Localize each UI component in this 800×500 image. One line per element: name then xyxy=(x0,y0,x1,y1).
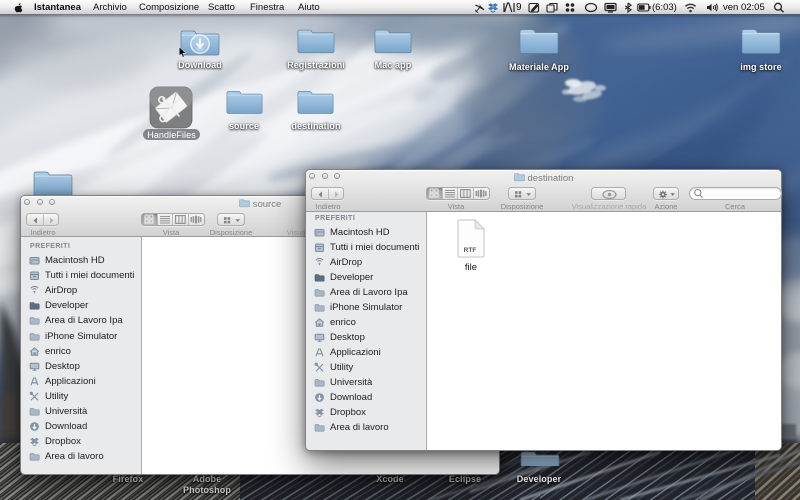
svg-text:RTF: RTF xyxy=(464,247,477,254)
